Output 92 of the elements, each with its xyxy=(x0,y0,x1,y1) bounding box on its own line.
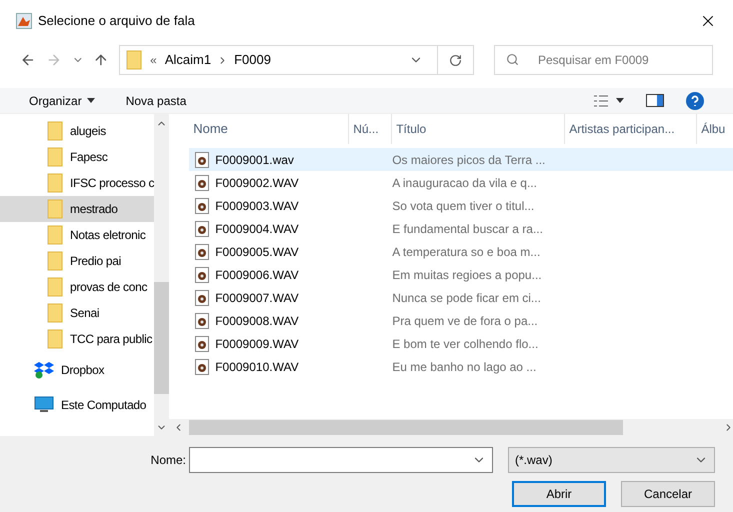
file-name-field[interactable] xyxy=(189,447,493,473)
dropbox-icon xyxy=(34,360,54,378)
open-button[interactable]: Abrir xyxy=(512,481,606,507)
file-row[interactable]: F0009004.WAV E fundamental buscar a ra... xyxy=(189,217,733,240)
window-title: Selecione o arquivo de fala xyxy=(38,12,195,30)
horizontal-scrollbar-thumb[interactable] xyxy=(189,420,624,435)
search-field[interactable]: Pesquisar em F0009 xyxy=(494,45,713,75)
file-name: F0009005.WAV xyxy=(215,244,299,260)
file-title: Em muitas regioes a popu... xyxy=(392,266,542,284)
address-prefix: « xyxy=(150,52,157,69)
column-header[interactable]: Nú... xyxy=(349,114,392,144)
search-icon xyxy=(506,53,519,66)
folder-icon xyxy=(126,50,142,70)
file-name: F0009010.WAV xyxy=(215,358,299,376)
file-row[interactable]: F0009007.WAV Nunca se pode ficar em ci... xyxy=(189,286,733,309)
sidebar-item[interactable]: Notas eletronic xyxy=(0,222,154,248)
audio-file-icon xyxy=(195,244,210,260)
sidebar-item[interactable]: Senai xyxy=(0,300,154,326)
file-title: Eu me banho no lago ao ... xyxy=(392,358,536,376)
file-title: E bom te ver colhendo flo... xyxy=(392,336,538,352)
audio-file-icon xyxy=(195,358,210,374)
audio-file-icon xyxy=(195,312,210,328)
folder-icon xyxy=(47,121,63,141)
file-title: A temperatura so e boa m... xyxy=(392,244,540,260)
file-name: F0009002.WAV xyxy=(215,174,299,192)
file-type-dropdown[interactable]: (*.wav) xyxy=(508,447,715,473)
folder-icon xyxy=(47,147,63,167)
file-row[interactable]: F0009001.wav Os maiores picos da Terra ... xyxy=(189,148,733,171)
file-name: F0009006.WAV xyxy=(215,266,299,284)
folder-icon xyxy=(47,277,63,297)
cancel-button[interactable]: Cancelar xyxy=(621,481,715,507)
new-folder-button[interactable]: Nova pasta xyxy=(126,92,186,110)
file-name: F0009008.WAV xyxy=(215,312,299,330)
file-row[interactable]: F0009002.WAV A inauguracao da vila e q... xyxy=(189,171,733,194)
help-icon[interactable] xyxy=(686,92,704,110)
column-header[interactable]: Título xyxy=(392,114,566,144)
folder-icon xyxy=(47,173,63,193)
scrollbar-thumb[interactable] xyxy=(154,282,170,394)
file-title: Nunca se pode ficar em ci... xyxy=(392,290,541,306)
refresh-icon xyxy=(449,54,462,66)
file-row[interactable]: F0009009.WAV E bom te ver colhendo flo... xyxy=(189,332,733,355)
sidebar-item[interactable]: TCC para public xyxy=(0,326,154,352)
audio-file-icon xyxy=(195,220,210,236)
file-name: F0009009.WAV xyxy=(215,336,299,352)
file-row[interactable]: F0009005.WAV A temperatura so e boa m... xyxy=(189,240,733,263)
sidebar-item[interactable]: mestrado xyxy=(0,196,154,222)
file-row[interactable]: F0009006.WAV Em muitas regioes a popu... xyxy=(189,263,733,286)
file-name: F0009007.WAV xyxy=(215,290,299,306)
audio-file-icon xyxy=(195,336,210,352)
file-title: A inauguracao da vila e q... xyxy=(392,174,537,192)
folder-icon xyxy=(47,329,63,349)
preview-pane-icon[interactable] xyxy=(646,94,664,107)
folder-icon xyxy=(47,251,63,271)
address-bar[interactable]: « Alcaim1 F0009 xyxy=(119,45,474,75)
column-header[interactable]: Artistas participan... xyxy=(565,114,698,144)
view-options-icon[interactable] xyxy=(594,94,608,106)
audio-file-icon xyxy=(195,174,210,190)
sidebar-item[interactable]: Dropbox xyxy=(0,352,154,387)
folder-icon xyxy=(47,225,63,245)
file-title: Pra quem ve de fora o pa... xyxy=(392,312,538,330)
file-title: E fundamental buscar a ra... xyxy=(392,220,543,238)
file-title: Os maiores picos da Terra ... xyxy=(392,152,546,168)
folder-icon xyxy=(47,199,63,219)
sidebar-item[interactable]: alugeis xyxy=(0,118,154,144)
audio-file-icon xyxy=(195,152,210,168)
sidebar-item[interactable]: Predio pai xyxy=(0,248,154,274)
file-name: F0009004.WAV xyxy=(215,220,299,238)
app-icon xyxy=(16,13,32,29)
audio-file-icon xyxy=(195,290,210,306)
folder-icon xyxy=(47,303,63,323)
column-header[interactable]: Nome xyxy=(189,114,350,144)
breadcrumb[interactable]: F0009 xyxy=(234,50,271,70)
file-row[interactable]: F0009010.WAV Eu me banho no lago ao ... xyxy=(189,355,733,378)
file-row[interactable]: F0009003.WAV So vota quem tiver o titul... xyxy=(189,194,733,217)
back-icon[interactable] xyxy=(20,52,36,68)
sidebar-item[interactable]: IFSC processo c xyxy=(0,170,154,196)
file-name-label: Nome: xyxy=(150,452,186,469)
caret-icon xyxy=(86,98,95,103)
computer-icon xyxy=(34,396,54,414)
file-row[interactable]: F0009008.WAV Pra quem ve de fora o pa... xyxy=(189,309,733,332)
sidebar-item[interactable]: provas de conc xyxy=(0,274,154,300)
column-header[interactable]: Álbu xyxy=(697,114,733,144)
file-name: F0009001.wav xyxy=(215,152,294,168)
file-title: So vota quem tiver o titul... xyxy=(392,198,534,214)
sidebar-item[interactable]: Este Computado xyxy=(0,387,154,422)
file-name: F0009003.WAV xyxy=(215,198,299,214)
sidebar-item[interactable]: Fapesc xyxy=(0,144,154,170)
organize-button[interactable]: Organizar xyxy=(29,92,95,110)
caret-icon[interactable] xyxy=(616,98,624,103)
breadcrumb[interactable]: Alcaim1 xyxy=(164,50,212,70)
audio-file-icon xyxy=(195,198,210,214)
audio-file-icon xyxy=(195,266,210,282)
